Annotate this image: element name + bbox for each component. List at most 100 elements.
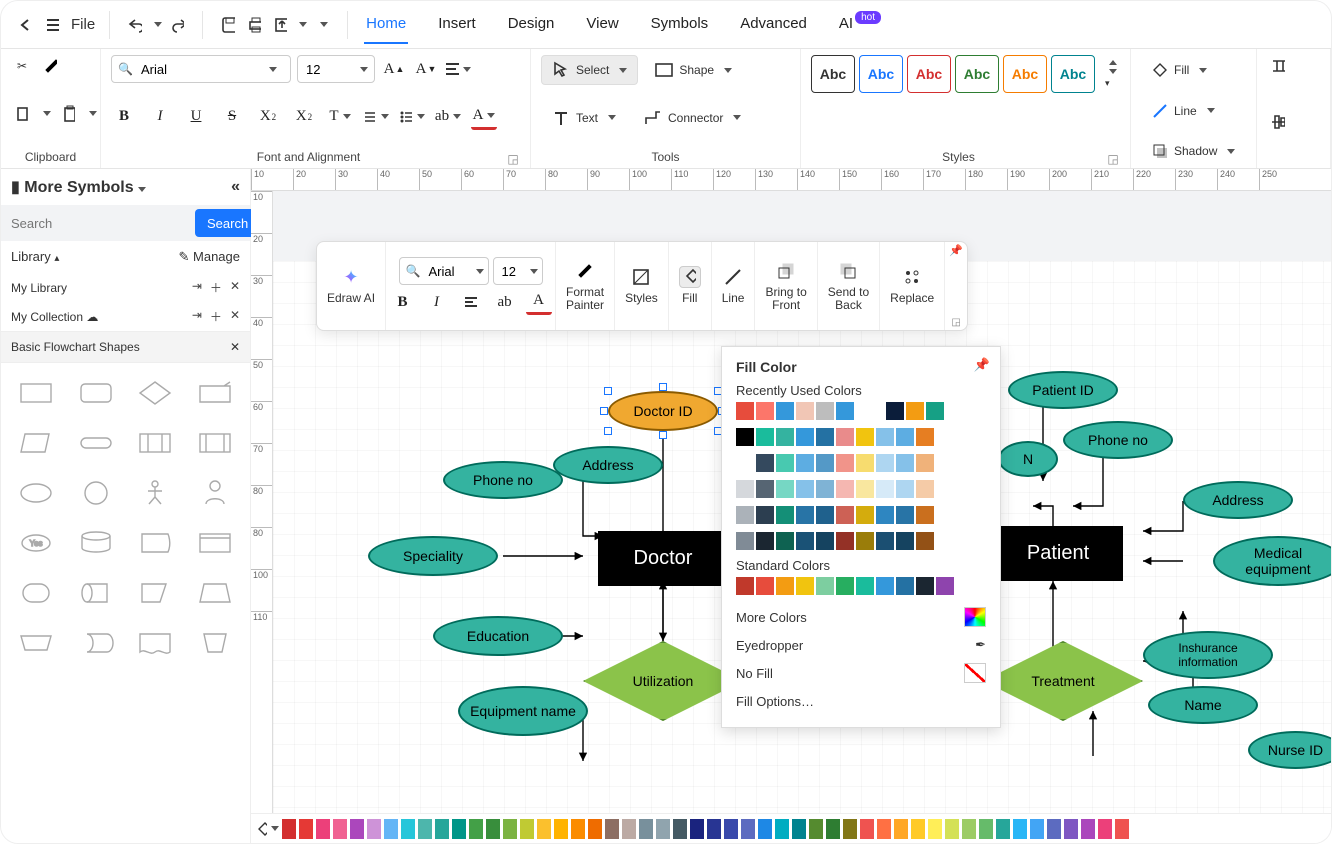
shape-stencil[interactable]: [186, 569, 244, 617]
add-icon[interactable]: ＋: [210, 308, 222, 325]
mini-align[interactable]: [458, 289, 484, 315]
name-node[interactable]: Name: [1148, 686, 1258, 724]
undo-caret[interactable]: [154, 22, 162, 27]
color-swatch[interactable]: [816, 480, 834, 498]
color-swatch[interactable]: [886, 402, 904, 420]
edraw-ai-label[interactable]: Edraw AI: [327, 292, 375, 305]
color-swatch[interactable]: [776, 402, 794, 420]
color-swatch[interactable]: [896, 577, 914, 595]
print-icon[interactable]: [243, 14, 265, 36]
color-swatch[interactable]: [796, 577, 814, 595]
color-swatch[interactable]: [796, 506, 814, 524]
color-swatch[interactable]: [856, 532, 874, 550]
medical-eq-node[interactable]: Medical equipment: [1213, 536, 1332, 586]
doctor-node[interactable]: Doctor: [598, 531, 728, 586]
strikethrough-button[interactable]: S: [219, 104, 245, 130]
format-brush-icon[interactable]: [39, 55, 61, 77]
treatment-node[interactable]: Treatment: [983, 641, 1143, 721]
import-icon[interactable]: ⇥: [192, 308, 202, 325]
styles-more-icon[interactable]: ▾: [1105, 78, 1117, 89]
import-icon[interactable]: ⇥: [192, 279, 202, 296]
color-swatch[interactable]: [736, 402, 754, 420]
shape-stencil[interactable]: [127, 369, 185, 417]
color-swatch[interactable]: [756, 577, 774, 595]
color-swatch[interactable]: [962, 819, 976, 839]
tab-ai[interactable]: AIhot: [837, 5, 883, 44]
color-swatch[interactable]: [486, 819, 500, 839]
color-swatch[interactable]: [707, 819, 721, 839]
color-swatch[interactable]: [776, 532, 794, 550]
mini-fill-icon[interactable]: [679, 266, 701, 288]
color-swatch[interactable]: [741, 819, 755, 839]
color-swatch[interactable]: [894, 819, 908, 839]
style-swatch[interactable]: Abc: [1003, 55, 1047, 93]
color-swatch[interactable]: [836, 506, 854, 524]
symbol-search-input[interactable]: [9, 209, 189, 237]
color-swatch[interactable]: [796, 428, 814, 446]
expand-icon[interactable]: ◲: [951, 317, 960, 328]
shape-stencil[interactable]: [186, 469, 244, 517]
color-swatch[interactable]: [469, 819, 483, 839]
my-collection-row[interactable]: My Collection ☁ ⇥＋✕: [1, 302, 250, 331]
mini-bold[interactable]: B: [390, 289, 416, 315]
shape-stencil[interactable]: [7, 619, 65, 667]
color-swatch[interactable]: [520, 819, 534, 839]
styles-expand-icon[interactable]: ◲: [1106, 152, 1120, 166]
tab-design[interactable]: Design: [506, 5, 557, 44]
color-swatch[interactable]: [736, 506, 754, 524]
color-swatch[interactable]: [996, 819, 1010, 839]
bullet-list-button[interactable]: [399, 104, 425, 130]
line-dropdown[interactable]: Line: [1141, 96, 1246, 126]
color-swatch[interactable]: [736, 428, 754, 446]
mini-line-icon[interactable]: [722, 266, 744, 288]
color-swatch[interactable]: [796, 480, 814, 498]
mini-styles-icon[interactable]: [630, 266, 652, 288]
underline-button[interactable]: U: [183, 104, 209, 130]
style-swatch[interactable]: Abc: [955, 55, 999, 93]
color-swatch[interactable]: [896, 428, 914, 446]
style-swatch[interactable]: Abc: [859, 55, 903, 93]
shape-stencil[interactable]: [67, 619, 125, 667]
color-swatch[interactable]: [1098, 819, 1112, 839]
color-swatch[interactable]: [605, 819, 619, 839]
collapse-sidebar-icon[interactable]: «: [231, 178, 240, 196]
color-swatch[interactable]: [571, 819, 585, 839]
bring-front-icon[interactable]: [775, 260, 797, 282]
shape-tool-button[interactable]: Shape: [644, 55, 743, 85]
style-swatch[interactable]: Abc: [811, 55, 855, 93]
color-swatch[interactable]: [916, 454, 934, 472]
export-caret[interactable]: [299, 22, 307, 27]
my-library-row[interactable]: My Library ⇥＋✕: [1, 273, 250, 302]
color-swatch[interactable]: [936, 577, 954, 595]
color-swatch[interactable]: [796, 454, 814, 472]
shape-stencil[interactable]: [7, 419, 65, 467]
color-swatch[interactable]: [775, 819, 789, 839]
color-swatch[interactable]: [916, 506, 934, 524]
color-swatch[interactable]: [896, 454, 914, 472]
color-swatch[interactable]: [282, 819, 296, 839]
more-symbols-header[interactable]: More Symbols: [24, 179, 133, 196]
bold-button[interactable]: B: [111, 104, 137, 130]
undo-button[interactable]: [124, 14, 146, 36]
color-swatch[interactable]: [758, 819, 772, 839]
increase-font-icon[interactable]: A▲: [381, 56, 407, 82]
font-size-select[interactable]: [297, 55, 375, 83]
font-panel-expand-icon[interactable]: ◲: [506, 152, 520, 166]
color-swatch[interactable]: [1030, 819, 1044, 839]
color-swatch[interactable]: [816, 532, 834, 550]
shape-stencil[interactable]: [127, 419, 185, 467]
color-swatch[interactable]: [639, 819, 653, 839]
color-swatch[interactable]: [503, 819, 517, 839]
color-swatch[interactable]: [796, 402, 814, 420]
color-swatch[interactable]: [860, 819, 874, 839]
color-swatch[interactable]: [756, 480, 774, 498]
color-swatch[interactable]: [876, 532, 894, 550]
color-swatch[interactable]: [816, 428, 834, 446]
cut-icon[interactable]: ✂: [11, 55, 33, 77]
patient-id-node[interactable]: Patient ID: [1008, 371, 1118, 409]
color-swatch[interactable]: [816, 506, 834, 524]
line-spacing-button[interactable]: [363, 104, 389, 130]
handle[interactable]: [659, 431, 667, 439]
color-swatch[interactable]: [736, 577, 754, 595]
color-swatch[interactable]: [911, 819, 925, 839]
